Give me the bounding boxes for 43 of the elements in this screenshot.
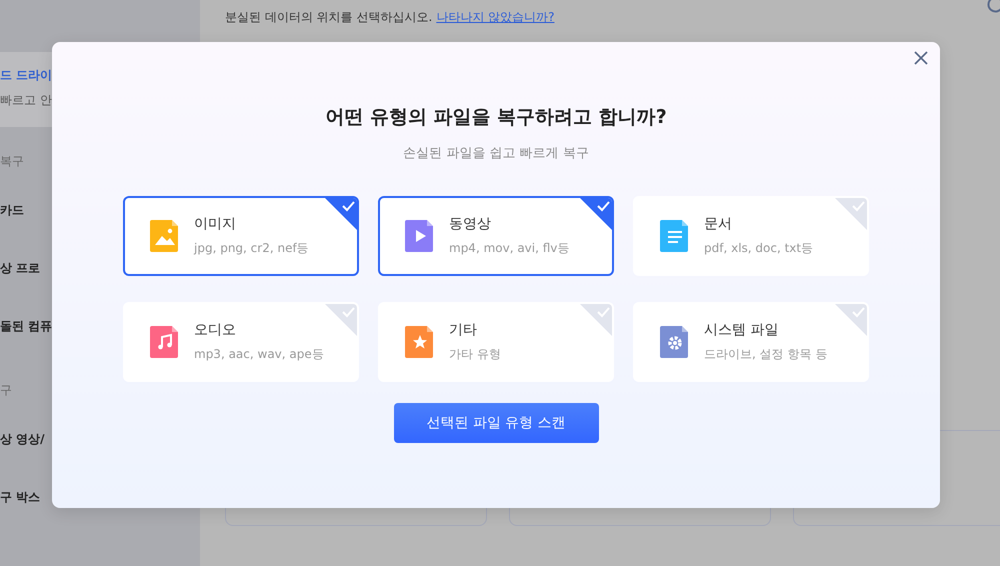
close-icon[interactable] <box>914 51 928 65</box>
file-type-card[interactable]: 오디오 mp3, aac, wav, ape등 <box>123 302 359 382</box>
image-file-icon <box>150 220 180 252</box>
file-type-extensions: 가타 유형 <box>449 346 501 363</box>
file-type-name: 시스템 파일 <box>704 321 780 339</box>
file-type-extensions: jpg, png, cr2, nef등 <box>194 240 309 257</box>
dialog-title: 어떤 유형의 파일을 복구하려고 합니까? <box>325 105 667 130</box>
file-type-card[interactable]: 동영상 mp4, mov, avi, flv등 <box>378 196 614 276</box>
file-type-name: 기타 <box>449 321 478 339</box>
star-file-icon <box>405 326 435 358</box>
instruction-text: 분실된 데이터의 위치를 선택하십시오. <box>225 9 432 26</box>
file-type-name: 문서 <box>704 215 733 233</box>
dialog-subtitle: 손실된 파일을 쉽고 빠르게 복구 <box>403 145 589 162</box>
check-corner-icon <box>579 198 612 231</box>
file-type-extensions: mp4, mov, avi, flv등 <box>449 240 570 257</box>
file-type-name: 동영상 <box>449 215 492 233</box>
file-type-card[interactable]: 문서 pdf, xls, doc, txt등 <box>633 196 869 276</box>
file-type-card[interactable]: 시스템 파일 드라이브, 설정 항목 등 <box>633 302 869 382</box>
check-corner-icon <box>834 198 867 231</box>
sidebar-item-title: 드 드라이 <box>0 67 52 84</box>
sidebar-section-label: 복구 <box>0 153 24 170</box>
file-type-card[interactable]: 이미지 jpg, png, cr2, nef등 <box>123 196 359 276</box>
sidebar-item-subtitle: 빠르고 안 <box>0 92 52 109</box>
video-file-icon <box>405 220 435 252</box>
file-type-name: 이미지 <box>194 215 237 233</box>
check-corner-icon <box>324 198 357 231</box>
check-corner-icon <box>834 304 867 337</box>
sidebar-section-label: 구 <box>0 382 12 399</box>
sidebar-item-title: 돌된 컴퓨 <box>0 318 52 335</box>
gear-file-icon <box>660 326 690 358</box>
check-corner-icon <box>324 304 357 337</box>
music-file-icon <box>150 326 180 358</box>
check-corner-icon <box>579 304 612 337</box>
sidebar-item-title: 상 영상/ <box>0 431 45 448</box>
file-type-extensions: mp3, aac, wav, ape등 <box>194 346 324 363</box>
document-file-icon <box>660 220 690 252</box>
scan-button[interactable]: 선택된 파일 유형 스캔 <box>394 403 598 443</box>
sidebar-item-title: 구 박스 <box>0 489 40 506</box>
file-type-extensions: pdf, xls, doc, txt등 <box>704 240 814 257</box>
file-type-name: 오디오 <box>194 321 237 339</box>
sidebar-item-title: 카드 <box>0 202 24 219</box>
file-type-extensions: 드라이브, 설정 항목 등 <box>704 346 828 363</box>
file-type-card[interactable]: 기타 가타 유형 <box>378 302 614 382</box>
